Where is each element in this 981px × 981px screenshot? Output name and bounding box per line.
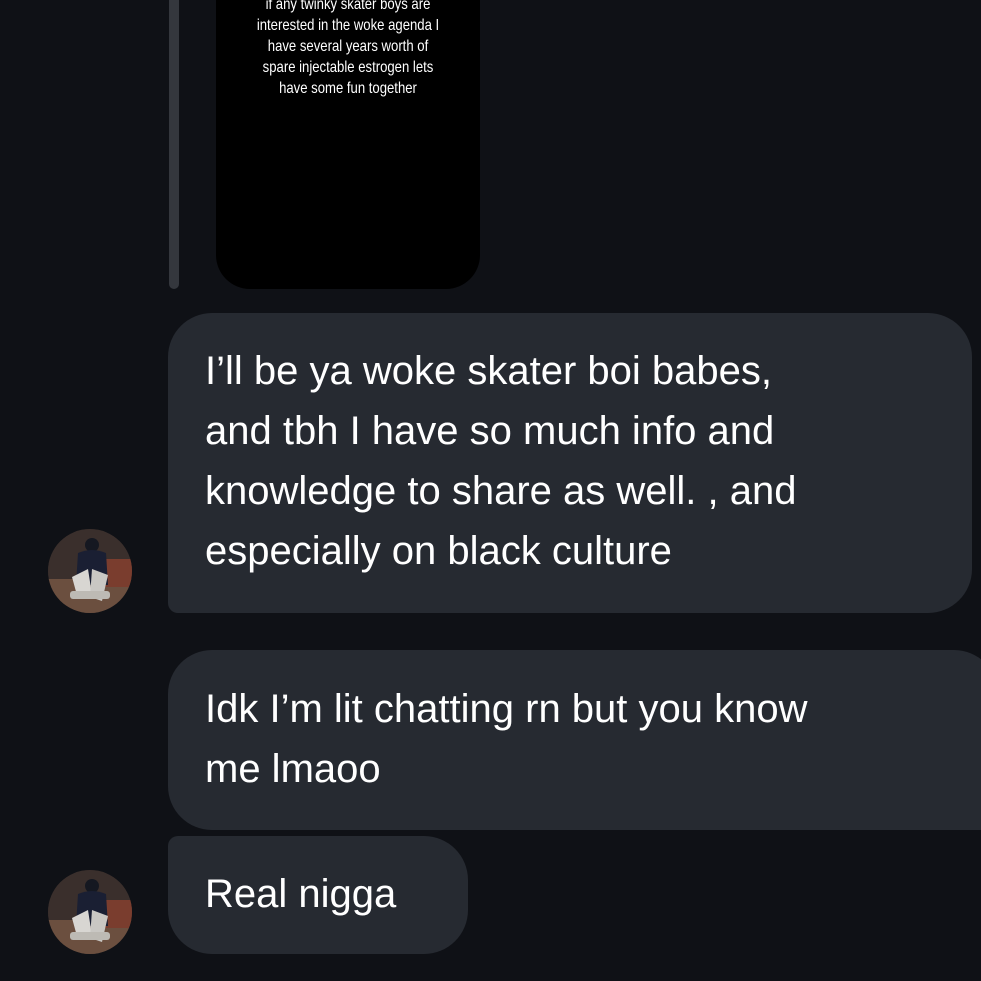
message-text-line: Idk I’m lit chatting rn but you know: [205, 687, 808, 731]
message-text-line: and tbh I have so much info and: [205, 409, 775, 453]
message-text-line: Real nigga: [205, 872, 397, 916]
message-text-line: me lmaoo: [205, 747, 381, 791]
story-caption-line: spare injectable estrogen lets: [262, 59, 434, 76]
message-bubble[interactable]: I’ll be ya woke skater boi babes, and tb…: [168, 313, 972, 613]
reply-indicator-bar: [169, 0, 179, 289]
story-caption-line: have some fun together: [279, 80, 417, 97]
story-caption-line: interested in the woke agenda I: [256, 17, 440, 34]
message-text-line: knowledge to share as well. , and: [205, 469, 797, 513]
avatar-photo-icon: [48, 870, 132, 954]
message-text-line: I’ll be ya woke skater boi babes,: [205, 349, 772, 393]
story-caption: if any twinky skater boys are interested…: [240, 0, 456, 99]
message-text-line: especially on black culture: [205, 529, 672, 573]
sender-avatar[interactable]: [48, 870, 132, 954]
message-bubble[interactable]: Real nigga: [168, 836, 468, 954]
sender-avatar[interactable]: [48, 529, 132, 613]
story-caption-line: have several years worth of: [267, 38, 429, 55]
story-caption-line: if any twinky skater boys are: [265, 0, 431, 13]
avatar-photo-icon: [48, 529, 132, 613]
shared-story-card[interactable]: if any twinky skater boys are interested…: [216, 0, 480, 289]
message-bubble[interactable]: Idk I’m lit chatting rn but you know me …: [168, 650, 981, 830]
